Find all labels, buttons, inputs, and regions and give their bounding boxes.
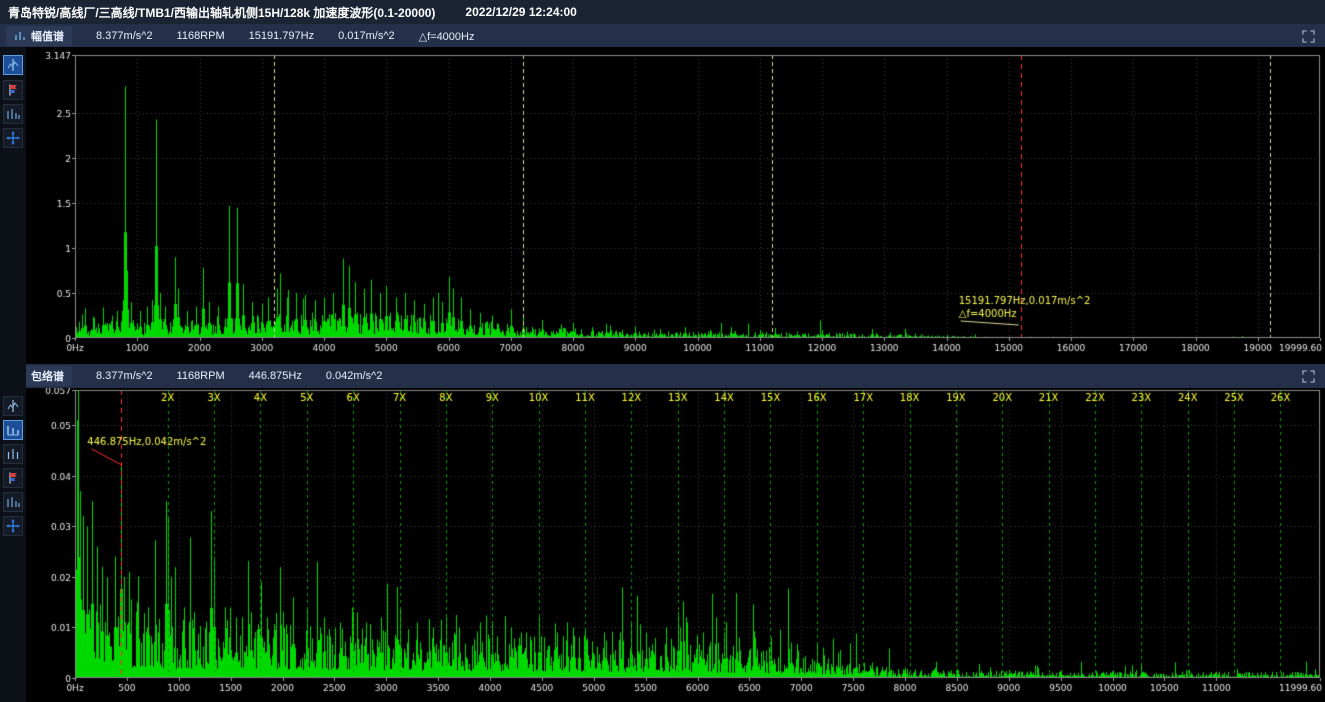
peak-marker-tool[interactable] (3, 104, 23, 124)
panel-title-amplitude: 幅值谱 (6, 26, 72, 46)
amplitude-panel-header: 幅值谱 8.377m/s^2 1168RPM 15191.797Hz 0.017… (0, 24, 1325, 48)
expand-icon (1302, 370, 1315, 383)
measurement-datetime: 2022/12/29 12:24:00 (465, 5, 576, 19)
stat-overall-rms: 8.377m/s^2 (96, 370, 153, 382)
measurement-path: 青岛特锐/高线厂/三高线/TMB1/西输出轴轧机侧15H/128k 加速度波形(… (8, 4, 435, 21)
fullscreen-button-amplitude[interactable] (1299, 28, 1317, 44)
single-cursor-icon (6, 58, 20, 72)
expand-icon (1302, 30, 1315, 43)
sideband-cursor-icon (6, 447, 20, 461)
stat-cursor-amplitude: 0.042m/s^2 (326, 370, 383, 382)
harmonic-cursor-tool[interactable] (3, 420, 23, 440)
pan-move-icon (6, 131, 20, 145)
window-title-bar: 青岛特锐/高线厂/三高线/TMB1/西输出轴轧机侧15H/128k 加速度波形(… (0, 0, 1325, 24)
peak-marker-icon (6, 107, 20, 121)
flag-marker-icon (6, 471, 20, 485)
flag-marker-icon (6, 83, 20, 97)
single-cursor-icon (6, 399, 20, 413)
flag-marker-tool[interactable] (3, 80, 23, 100)
pan-move-tool[interactable] (3, 128, 23, 148)
stat-overall-rms: 8.377m/s^2 (96, 30, 153, 42)
stat-cursor-frequency: 15191.797Hz (249, 30, 314, 42)
fullscreen-button-envelope[interactable] (1299, 368, 1317, 384)
stat-cursor-amplitude: 0.017m/s^2 (338, 30, 395, 42)
stat-rpm: 1168RPM (177, 30, 225, 42)
pan-move-tool[interactable] (3, 516, 23, 536)
stat-rpm: 1168RPM (177, 370, 225, 382)
peak-marker-icon (6, 495, 20, 509)
tool-sidebar (0, 47, 26, 702)
envelope-panel-header: 包络谱 8.377m/s^2 1168RPM 446.875Hz 0.042m/… (0, 364, 1325, 388)
flag-marker-tool[interactable] (3, 468, 23, 488)
amplitude-spectrum-plot[interactable] (26, 47, 1325, 362)
envelope-spectrum-plot[interactable] (26, 388, 1325, 702)
stat-delta-f: △f=4000Hz (419, 30, 475, 43)
panel-title-label: 包络谱 (31, 368, 64, 384)
spectrum-icon (14, 30, 26, 42)
panel-title-label: 幅值谱 (31, 28, 64, 44)
sideband-cursor-tool[interactable] (3, 444, 23, 464)
single-cursor-tool[interactable] (3, 396, 23, 416)
harmonic-cursor-icon (6, 423, 20, 437)
single-cursor-tool[interactable] (3, 55, 23, 75)
peak-marker-tool[interactable] (3, 492, 23, 512)
stat-cursor-frequency: 446.875Hz (249, 370, 302, 382)
pan-move-icon (6, 519, 20, 533)
